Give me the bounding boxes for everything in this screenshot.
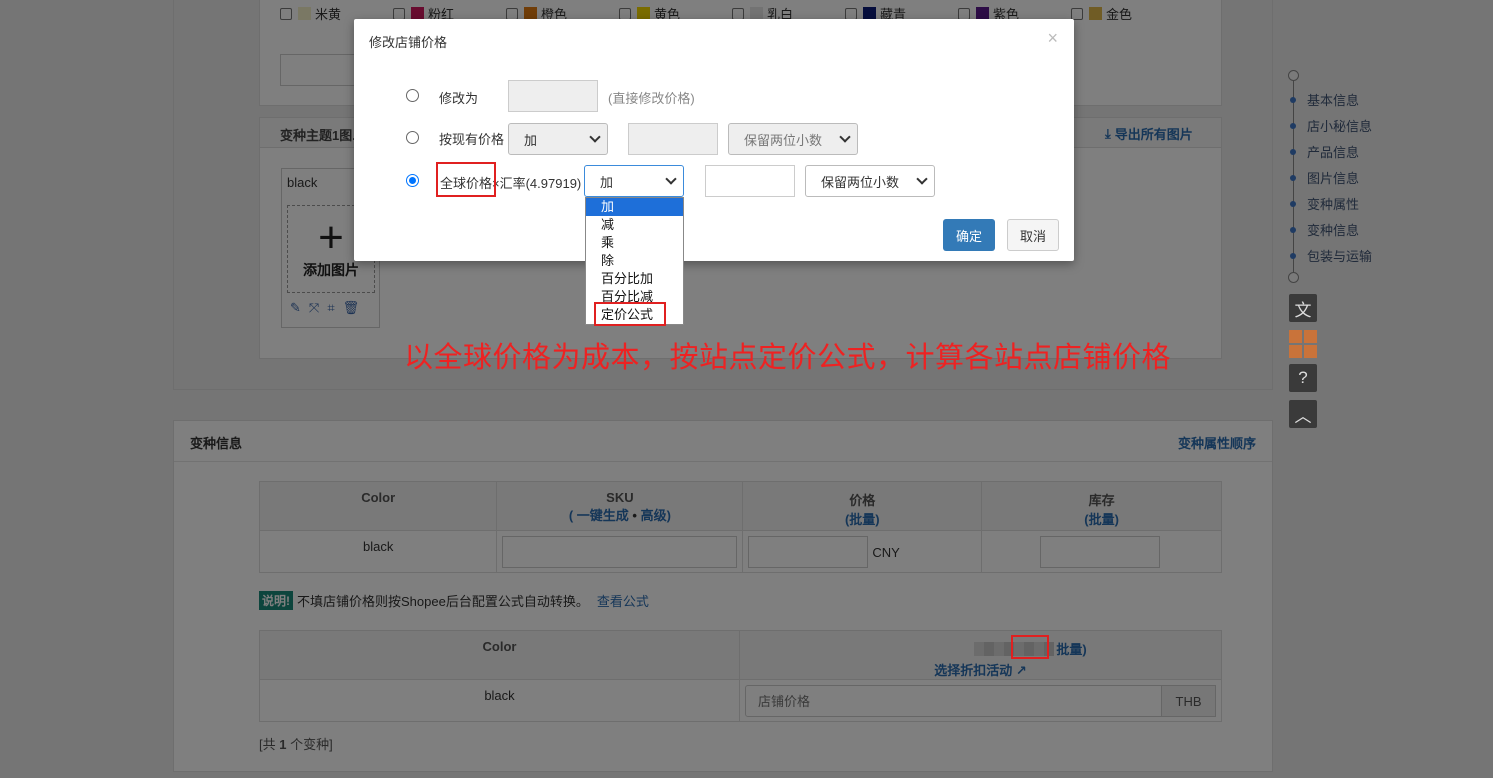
nav-dot xyxy=(1290,148,1296,155)
existing-price-value-input[interactable] xyxy=(628,123,718,155)
global-price-value-input[interactable] xyxy=(705,165,795,197)
nav-item[interactable]: 基本信息 xyxy=(1285,90,1359,109)
calculator-icon[interactable] xyxy=(1289,330,1317,358)
nav-item[interactable]: 包装与运输 xyxy=(1285,246,1372,265)
global-price-rounding-select[interactable]: 保留两位小数 xyxy=(805,165,935,197)
global-price-operator-select[interactable]: 加 xyxy=(584,165,684,197)
annotation-text: 以全球价格为成本，按站点定价公式，计算各站点店铺价格 xyxy=(404,340,1172,374)
nav-item[interactable]: 变种属性 xyxy=(1285,194,1359,213)
existing-price-rounding-select[interactable]: 保留两位小数 xyxy=(728,123,858,155)
dropdown-option[interactable]: 减 xyxy=(586,216,683,234)
set-to-price-input[interactable] xyxy=(508,80,598,112)
highlight-pricing-formula xyxy=(594,302,666,326)
nav-dot xyxy=(1290,226,1296,233)
set-to-label: 修改为 xyxy=(439,91,479,106)
nav-dot xyxy=(1290,200,1296,207)
radio-set-to[interactable] xyxy=(406,89,419,102)
nav-dot xyxy=(1290,174,1296,181)
nav-dot xyxy=(1290,252,1296,259)
nav-dot xyxy=(1290,96,1296,103)
nav-item[interactable]: 图片信息 xyxy=(1285,168,1359,187)
nav-item[interactable]: 店小秘信息 xyxy=(1285,116,1372,135)
help-icon[interactable]: ? xyxy=(1289,364,1317,392)
dropdown-option[interactable]: 百分比加 xyxy=(586,270,683,288)
highlight-global-price xyxy=(436,162,496,197)
radio-by-existing-price[interactable] xyxy=(406,131,419,144)
close-icon[interactable]: × xyxy=(1047,28,1058,49)
by-existing-price-label: 按现有价格 xyxy=(439,132,505,147)
nav-start-circle xyxy=(1288,70,1299,81)
back-to-top-icon[interactable]: ︿ xyxy=(1289,400,1317,428)
set-to-hint: (直接修改价格) xyxy=(608,91,695,106)
highlight-store-price-batch xyxy=(1011,635,1049,659)
edit-store-price-dialog: 修改店铺价格 × 修改为 (直接修改价格) 按现有价格 加 保留两位小数 全球价… xyxy=(354,19,1074,261)
dialog-title: 修改店铺价格 xyxy=(369,35,448,50)
dropdown-option[interactable]: 乘 xyxy=(586,234,683,252)
nav-dot xyxy=(1290,122,1296,129)
cancel-button[interactable]: 取消 xyxy=(1007,219,1059,251)
nav-item[interactable]: 变种信息 xyxy=(1285,220,1359,239)
translate-icon[interactable]: 文 xyxy=(1289,294,1317,322)
radio-global-price[interactable] xyxy=(406,174,419,187)
existing-price-operator-select[interactable]: 加 xyxy=(508,123,608,155)
nav-end-circle xyxy=(1288,272,1299,283)
confirm-button[interactable]: 确定 xyxy=(943,219,995,251)
nav-item[interactable]: 产品信息 xyxy=(1285,142,1359,161)
dropdown-option[interactable]: 加 xyxy=(586,198,683,216)
dropdown-option[interactable]: 除 xyxy=(586,252,683,270)
